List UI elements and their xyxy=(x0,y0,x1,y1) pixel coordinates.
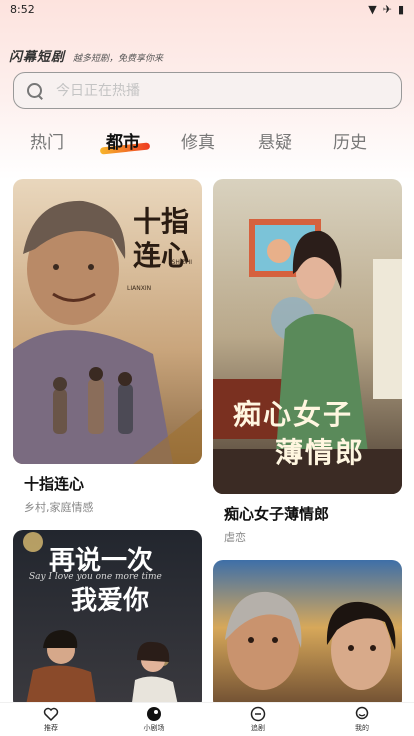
status-bar: 8:52 ▼ ✈ ▮ xyxy=(0,0,414,18)
brand-slogan: 越多短剧，免费享你来 xyxy=(73,54,164,64)
category-tabs: 热门 都市 修真 悬疑 历史 xyxy=(0,128,414,158)
drama-tags-1: 乡村,家庭情感 xyxy=(24,501,94,514)
drama-card-1[interactable]: 十指连心 SHIZHI LIANXIN xyxy=(13,179,202,464)
tab-urban[interactable]: 都市 xyxy=(106,128,140,153)
nav-theater[interactable]: 小剧场 xyxy=(124,706,184,733)
tab-suspense[interactable]: 悬疑 xyxy=(258,128,292,153)
brand-title: 闪幕短剧 xyxy=(9,50,66,65)
drama-card-4[interactable] xyxy=(213,560,402,710)
nav-follow-label: 追剧 xyxy=(251,724,265,732)
nav-mine-label: 我的 xyxy=(355,724,369,732)
search-icon xyxy=(26,82,44,100)
drama-card-3[interactable]: 再说一次 Say I love you one more time 我爱你 xyxy=(13,530,202,710)
wifi-icon: ▼ xyxy=(368,2,377,16)
nav-mine[interactable]: 我的 xyxy=(332,706,392,733)
status-icons: ▼ ✈ ▮ xyxy=(368,3,404,16)
brand: 闪幕短剧 越多短剧，免费享你来 xyxy=(9,46,163,65)
nav-recommend-label: 推荐 xyxy=(44,724,58,732)
status-time: 8:52 xyxy=(10,2,35,16)
battery-icon: ▮ xyxy=(397,2,404,16)
search-bar[interactable] xyxy=(13,72,402,109)
poster-subtitle-1: SHIZHI xyxy=(171,259,192,266)
drama-tags-2: 虐恋 xyxy=(224,531,246,544)
bottom-navigation: 推荐 小剧场 追剧 我的 xyxy=(0,702,414,736)
theater-icon xyxy=(147,707,161,721)
poster-title-3b: 我爱你 xyxy=(71,586,150,616)
drama-card-2[interactable]: 痴心女子 薄情郎 xyxy=(213,179,402,494)
tab-hot[interactable]: 热门 xyxy=(30,128,64,153)
drama-title-1[interactable]: 十指连心 xyxy=(24,473,84,494)
search-input[interactable] xyxy=(56,82,376,99)
nav-theater-label: 小剧场 xyxy=(143,724,165,732)
tab-xiuzhen[interactable]: 修真 xyxy=(181,128,215,153)
drama-title-2[interactable]: 痴心女子薄情郎 xyxy=(224,503,329,524)
nav-follow[interactable]: 追剧 xyxy=(228,706,288,733)
chat-icon xyxy=(250,706,266,722)
heart-icon xyxy=(43,707,59,722)
poster-title-2a: 痴心女子 xyxy=(233,398,354,431)
profile-icon xyxy=(355,706,369,720)
tab-history[interactable]: 历史 xyxy=(333,128,367,153)
nav-recommend[interactable]: 推荐 xyxy=(21,706,81,733)
poster-image-4 xyxy=(213,560,402,710)
poster-title-2b: 薄情郎 xyxy=(275,436,366,469)
poster-subtitle-2: LIANXIN xyxy=(127,285,152,292)
airplane-icon: ✈ xyxy=(382,2,392,16)
